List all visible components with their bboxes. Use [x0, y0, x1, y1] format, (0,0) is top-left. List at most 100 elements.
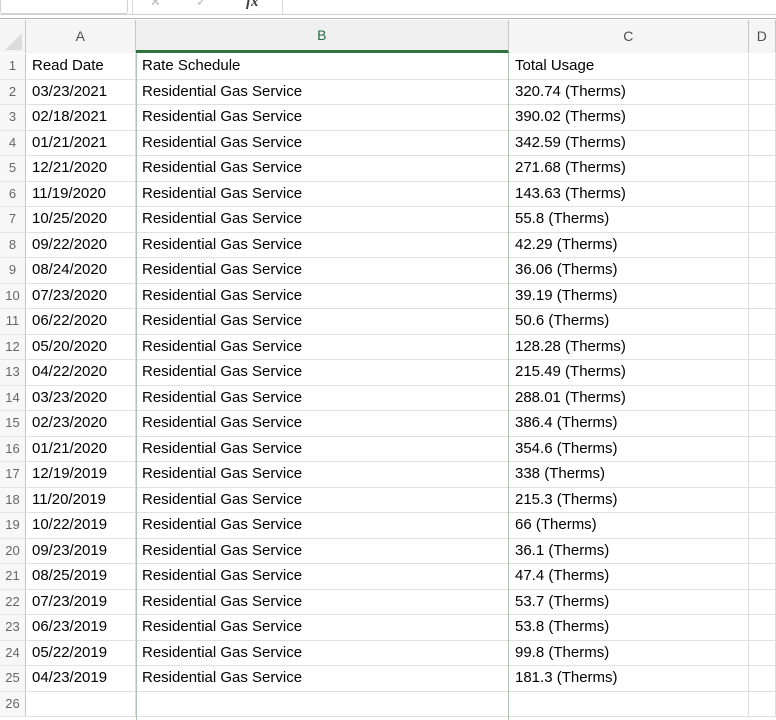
cell-D1[interactable] — [749, 54, 776, 80]
cell-A15[interactable]: 02/23/2020 — [26, 411, 136, 437]
cell-B5[interactable]: Residential Gas Service — [136, 156, 509, 182]
cell-A1[interactable]: Read Date — [26, 54, 136, 80]
cell-D21[interactable] — [749, 564, 776, 590]
row-header-19[interactable]: 19 — [0, 513, 26, 539]
row-header-26[interactable]: 26 — [0, 691, 26, 717]
cell-B8[interactable]: Residential Gas Service — [136, 232, 509, 258]
cell-D20[interactable] — [749, 538, 776, 564]
cell-D25[interactable] — [749, 666, 776, 692]
cell-A6[interactable]: 11/19/2020 — [26, 181, 136, 207]
row-header-25[interactable]: 25 — [0, 666, 26, 692]
cell-C14[interactable]: 288.01 (Therms) — [509, 385, 749, 411]
row-header-17[interactable]: 17 — [0, 462, 26, 488]
cell-C11[interactable]: 50.6 (Therms) — [509, 309, 749, 335]
cell-C2[interactable]: 320.74 (Therms) — [509, 79, 749, 105]
cell-A22[interactable]: 07/23/2019 — [26, 589, 136, 615]
cell-A17[interactable]: 12/19/2019 — [26, 462, 136, 488]
row-header-16[interactable]: 16 — [0, 436, 26, 462]
cell-B26[interactable] — [136, 691, 509, 717]
cell-B15[interactable]: Residential Gas Service — [136, 411, 509, 437]
cell-A2[interactable]: 03/23/2021 — [26, 79, 136, 105]
cell-A8[interactable]: 09/22/2020 — [26, 232, 136, 258]
row-header-8[interactable]: 8 — [0, 232, 26, 258]
row-header-22[interactable]: 22 — [0, 589, 26, 615]
cell-B18[interactable]: Residential Gas Service — [136, 487, 509, 513]
cell-A5[interactable]: 12/21/2020 — [26, 156, 136, 182]
row-header-5[interactable]: 5 — [0, 156, 26, 182]
cell-B7[interactable]: Residential Gas Service — [136, 207, 509, 233]
cell-B17[interactable]: Residential Gas Service — [136, 462, 509, 488]
cell-B14[interactable]: Residential Gas Service — [136, 385, 509, 411]
cell-A23[interactable]: 06/23/2019 — [26, 615, 136, 641]
cell-C25[interactable]: 181.3 (Therms) — [509, 666, 749, 692]
row-header-15[interactable]: 15 — [0, 411, 26, 437]
row-header-3[interactable]: 3 — [0, 105, 26, 131]
cell-A7[interactable]: 10/25/2020 — [26, 207, 136, 233]
cell-C9[interactable]: 36.06 (Therms) — [509, 258, 749, 284]
cell-D19[interactable] — [749, 513, 776, 539]
cell-A13[interactable]: 04/22/2020 — [26, 360, 136, 386]
name-box[interactable] — [0, 0, 128, 14]
cell-B13[interactable]: Residential Gas Service — [136, 360, 509, 386]
cancel-icon[interactable]: ✕ — [150, 0, 161, 9]
cell-B12[interactable]: Residential Gas Service — [136, 334, 509, 360]
row-header-18[interactable]: 18 — [0, 487, 26, 513]
column-header-d[interactable]: D — [749, 20, 776, 53]
cell-D26[interactable] — [749, 691, 776, 717]
cell-B6[interactable]: Residential Gas Service — [136, 181, 509, 207]
cell-D9[interactable] — [749, 258, 776, 284]
spreadsheet-grid[interactable]: ABCD 1 2 3 4 5 6 7 8 9 10 11 12 13 14 15 16 17 18 19 20 21 22… — [0, 20, 776, 720]
cell-C16[interactable]: 354.6 (Therms) — [509, 436, 749, 462]
row-header-20[interactable]: 20 — [0, 538, 26, 564]
cell-C1[interactable]: Total Usage — [509, 54, 749, 80]
column-header-a[interactable]: A — [26, 20, 136, 53]
cell-D12[interactable] — [749, 334, 776, 360]
cell-D5[interactable] — [749, 156, 776, 182]
cell-A3[interactable]: 02/18/2021 — [26, 105, 136, 131]
cell-D17[interactable] — [749, 462, 776, 488]
column-header-b[interactable]: B — [136, 20, 509, 53]
cell-B11[interactable]: Residential Gas Service — [136, 309, 509, 335]
cell-A26[interactable] — [26, 691, 136, 717]
cell-C26[interactable] — [509, 691, 749, 717]
row-header-7[interactable]: 7 — [0, 207, 26, 233]
cell-A24[interactable]: 05/22/2019 — [26, 640, 136, 666]
cell-C19[interactable]: 66 (Therms) — [509, 513, 749, 539]
cell-B10[interactable]: Residential Gas Service — [136, 283, 509, 309]
cell-D11[interactable] — [749, 309, 776, 335]
row-header-13[interactable]: 13 — [0, 360, 26, 386]
row-header-14[interactable]: 14 — [0, 385, 26, 411]
cell-D13[interactable] — [749, 360, 776, 386]
cell-D24[interactable] — [749, 640, 776, 666]
cell-D18[interactable] — [749, 487, 776, 513]
cell-D16[interactable] — [749, 436, 776, 462]
insert-function-icon[interactable]: fx — [246, 0, 259, 10]
cell-C20[interactable]: 36.1 (Therms) — [509, 538, 749, 564]
cell-A4[interactable]: 01/21/2021 — [26, 130, 136, 156]
row-header-4[interactable]: 4 — [0, 130, 26, 156]
select-all-corner[interactable] — [0, 20, 26, 53]
column-header-c[interactable]: C — [509, 20, 749, 53]
cell-A20[interactable]: 09/23/2019 — [26, 538, 136, 564]
cell-B22[interactable]: Residential Gas Service — [136, 589, 509, 615]
cell-C15[interactable]: 386.4 (Therms) — [509, 411, 749, 437]
cell-C4[interactable]: 342.59 (Therms) — [509, 130, 749, 156]
cell-B1[interactable]: Rate Schedule — [136, 54, 509, 80]
cell-B16[interactable]: Residential Gas Service — [136, 436, 509, 462]
cell-A9[interactable]: 08/24/2020 — [26, 258, 136, 284]
cell-D8[interactable] — [749, 232, 776, 258]
cell-D23[interactable] — [749, 615, 776, 641]
row-header-11[interactable]: 11 — [0, 309, 26, 335]
row-header-2[interactable]: 2 — [0, 79, 26, 105]
cell-A14[interactable]: 03/23/2020 — [26, 385, 136, 411]
cell-C3[interactable]: 390.02 (Therms) — [509, 105, 749, 131]
cell-A11[interactable]: 06/22/2020 — [26, 309, 136, 335]
row-header-12[interactable]: 12 — [0, 334, 26, 360]
cell-D7[interactable] — [749, 207, 776, 233]
cell-A25[interactable]: 04/23/2019 — [26, 666, 136, 692]
cell-B2[interactable]: Residential Gas Service — [136, 79, 509, 105]
cell-D2[interactable] — [749, 79, 776, 105]
cell-B24[interactable]: Residential Gas Service — [136, 640, 509, 666]
cell-B20[interactable]: Residential Gas Service — [136, 538, 509, 564]
cell-B4[interactable]: Residential Gas Service — [136, 130, 509, 156]
